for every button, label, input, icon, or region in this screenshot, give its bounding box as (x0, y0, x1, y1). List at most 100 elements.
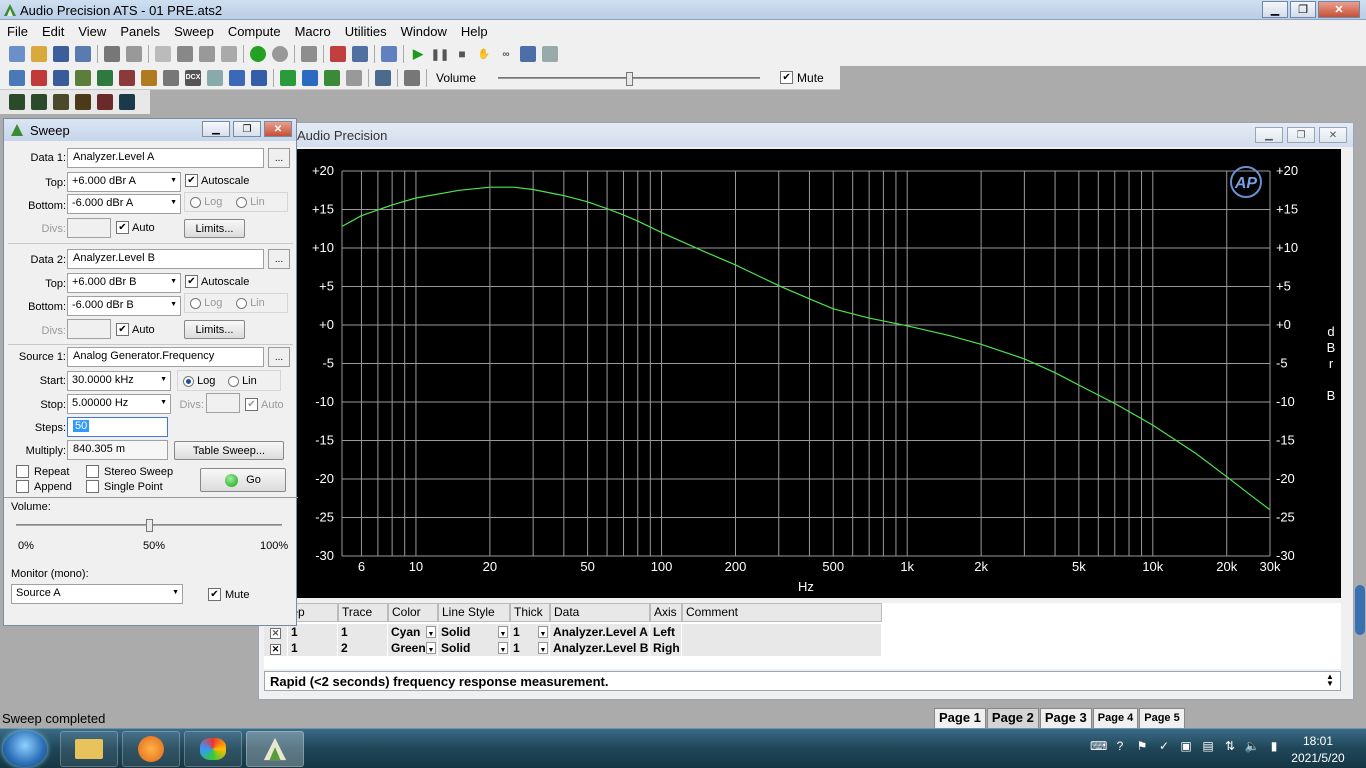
graph-settings-icon[interactable] (381, 46, 397, 62)
taskbar-explorer[interactable] (60, 731, 118, 767)
panel-volume-slider[interactable] (16, 519, 282, 532)
display-panel-icon[interactable] (251, 69, 267, 86)
source1-lin-radio[interactable]: Lin (228, 375, 257, 387)
data2-field[interactable]: Analyzer.Level B (67, 249, 264, 269)
graph-b-icon[interactable] (31, 94, 47, 110)
speaker-panel-icon[interactable] (163, 69, 179, 86)
new-icon[interactable] (9, 46, 25, 62)
menu-panels[interactable]: Panels (113, 24, 167, 39)
data2-auto[interactable]: ✔ Auto (116, 323, 155, 336)
start-select[interactable]: 30.0000 kHz (67, 371, 171, 391)
stereo-sweep-option[interactable]: Stereo Sweep (86, 465, 173, 478)
menu-window[interactable]: Window (394, 24, 454, 39)
device-icon[interactable]: ▤ (1200, 739, 1216, 755)
data2-top-select[interactable]: +6.000 dBr B (67, 273, 181, 293)
menu-edit[interactable]: Edit (35, 24, 71, 39)
sweep-close-button[interactable]: ✕ (264, 121, 292, 137)
data2-limits-button[interactable]: Limits... (184, 320, 245, 339)
data1-browse-button[interactable]: ... (268, 148, 290, 168)
taskbar-paint[interactable] (184, 731, 242, 767)
step-icon[interactable] (520, 46, 536, 62)
panel-mute-checkbox[interactable]: ✔ (208, 588, 221, 601)
graph-c-icon[interactable] (53, 94, 69, 110)
multiply-field[interactable]: 840.305 m (67, 440, 168, 460)
graph-e-icon[interactable] (97, 94, 113, 110)
taskbar-clock[interactable]: 18:01 2021/5/20 (1278, 733, 1358, 767)
sweep-panel-icon[interactable] (229, 69, 245, 86)
steps-field[interactable]: 50 (67, 417, 168, 437)
data1-auto-checkbox[interactable]: ✔ (116, 221, 129, 234)
data2-auto-checkbox[interactable]: ✔ (116, 323, 129, 336)
repeat-option[interactable]: Repeat (16, 465, 69, 478)
save-icon[interactable] (53, 46, 69, 62)
generator-on-icon[interactable] (250, 46, 266, 62)
append-option[interactable]: Append (16, 480, 72, 493)
panel-mute[interactable]: ✔ Mute (208, 588, 249, 601)
frequency-response-chart[interactable]: +20 +20 +15 +15 +10 +10 +5 +5 +0 +0 -5 -5 -10 -10 -15 -… (264, 149, 1341, 598)
usb-icon[interactable]: ⇅ (1222, 739, 1238, 755)
minimize-button[interactable]: ▁ (1262, 1, 1288, 18)
waveform-panel-icon[interactable] (53, 69, 69, 86)
legend-header-axis[interactable]: Axis (650, 603, 682, 622)
data1-bottom-select[interactable]: -6.000 dBr A (67, 194, 181, 214)
menu-sweep[interactable]: Sweep (167, 24, 221, 39)
legend-header-trace[interactable]: Trace (338, 603, 388, 622)
graph-f-icon[interactable] (119, 94, 135, 110)
start-button[interactable] (3, 731, 47, 767)
comment-scroll-arrows[interactable]: ▲ ▼ (1326, 673, 1334, 688)
monitor-select[interactable]: Source A (11, 584, 183, 604)
source1-field[interactable]: Analog Generator.Frequency (67, 347, 264, 367)
close-button[interactable]: ✕ (1318, 1, 1360, 18)
panel-icon[interactable] (352, 46, 368, 62)
legend-row-enable-checkbox[interactable]: ✕ (264, 640, 288, 656)
legend-row-enable-checkbox[interactable]: ✕ (264, 624, 288, 640)
sweep-restore-button[interactable]: ❐ (233, 121, 261, 137)
source1-log-radio[interactable]: Log (183, 375, 215, 387)
legend-header-data[interactable]: Data (550, 603, 650, 622)
open-icon[interactable] (31, 46, 47, 62)
legend-cell-style[interactable]: Solid ▼ (438, 640, 510, 656)
menu-macro[interactable]: Macro (288, 24, 338, 39)
graph-icon[interactable] (324, 69, 340, 86)
source1-auto-checkbox[interactable]: ✔ (245, 398, 258, 411)
restore-button[interactable]: ❐ (1290, 1, 1316, 18)
append-checkbox[interactable] (16, 480, 29, 493)
legend-cell-thick[interactable]: 1 ▼ (510, 640, 550, 656)
paste-icon[interactable] (221, 46, 237, 62)
cut-icon[interactable] (177, 46, 193, 62)
table-sweep-button[interactable]: Table Sweep... (174, 441, 284, 460)
panel-volume-thumb[interactable] (146, 519, 153, 532)
data2-autoscale[interactable]: ✔ Autoscale (185, 275, 249, 288)
legend-cell-style[interactable]: Solid ▼ (438, 624, 510, 640)
glasses-icon[interactable]: ∞ (498, 46, 514, 62)
data1-autoscale[interactable]: ✔ Autoscale (185, 174, 249, 187)
print-preview-icon[interactable] (126, 46, 142, 62)
legend-header-color[interactable]: Color (388, 603, 438, 622)
source1-browse-button[interactable]: ... (268, 347, 290, 367)
settings-icon[interactable] (301, 46, 317, 62)
table-icon[interactable] (346, 69, 362, 86)
repeat-checkbox[interactable] (16, 465, 29, 478)
graph-restore-button[interactable]: ❐ (1287, 127, 1315, 143)
network-icon[interactable]: ▣ (1178, 739, 1194, 755)
switcher-panel-icon[interactable] (97, 69, 113, 86)
taskbar-browser[interactable] (122, 731, 180, 767)
data2-log-radio[interactable]: Log (190, 297, 222, 309)
menu-view[interactable]: View (71, 24, 113, 39)
legend-cell-thick[interactable]: 1 ▼ (510, 624, 550, 640)
stop-icon[interactable]: ■ (454, 46, 470, 62)
tab-page-3[interactable]: Page 3 (1039, 708, 1092, 728)
data2-autoscale-checkbox[interactable]: ✔ (185, 275, 198, 288)
data1-log-radio[interactable]: Log (190, 196, 222, 208)
data2-divs-field[interactable] (67, 319, 111, 339)
macro-icon[interactable] (404, 69, 420, 86)
data1-field[interactable]: Analyzer.Level A (67, 148, 264, 168)
tab-page-2[interactable]: Page 2 (986, 708, 1039, 728)
marker-icon[interactable] (207, 69, 223, 86)
copy-icon[interactable] (199, 46, 215, 62)
data1-autoscale-checkbox[interactable]: ✔ (185, 174, 198, 187)
flag-icon[interactable]: ⚑ (1134, 739, 1150, 755)
legend-header-comment[interactable]: Comment (682, 603, 882, 622)
side-scroll-handle[interactable] (1355, 585, 1365, 635)
save-all-icon[interactable] (75, 46, 91, 62)
